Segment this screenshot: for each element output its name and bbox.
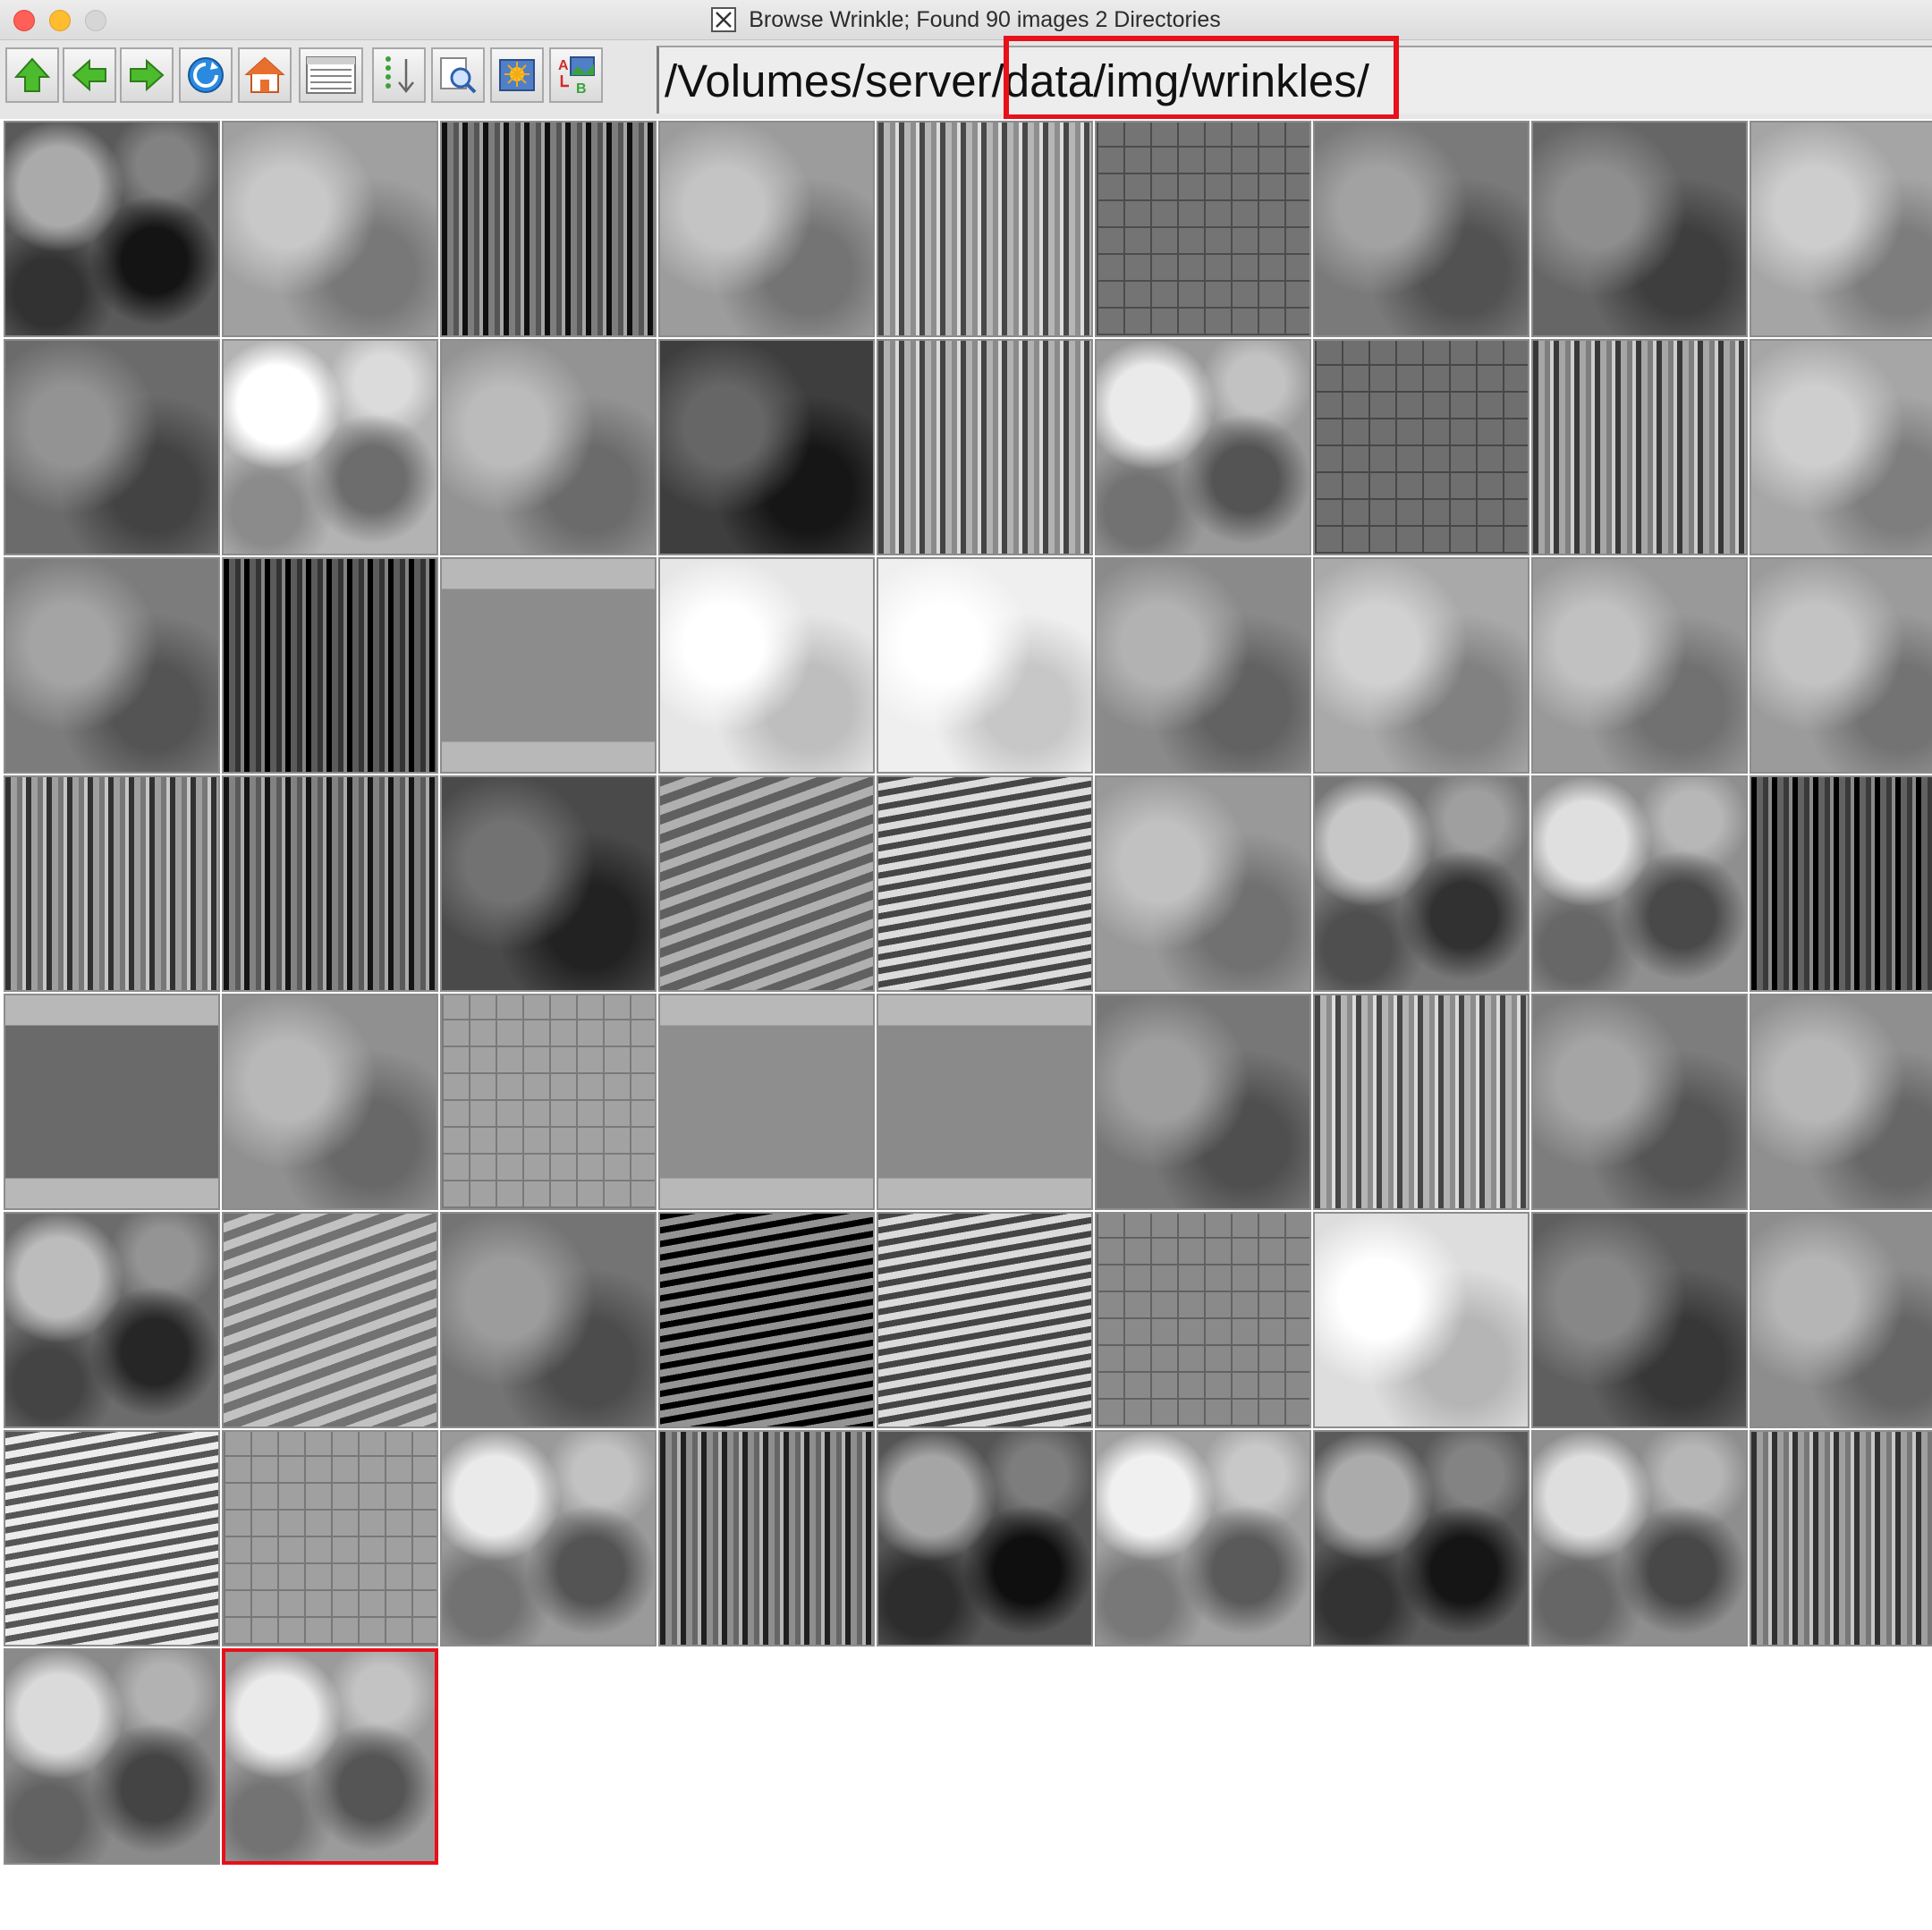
back-button[interactable] bbox=[63, 47, 116, 103]
image-thumbnail[interactable] bbox=[1531, 775, 1748, 992]
image-thumbnail[interactable] bbox=[877, 1212, 1093, 1428]
image-thumbnail[interactable] bbox=[1750, 1212, 1932, 1428]
home-icon bbox=[244, 56, 285, 93]
image-thumbnail[interactable] bbox=[1313, 1212, 1530, 1428]
list-view-button[interactable] bbox=[299, 47, 363, 103]
image-thumbnail[interactable] bbox=[4, 121, 220, 337]
image-thumbnail[interactable] bbox=[1313, 339, 1530, 555]
image-thumbnail[interactable] bbox=[877, 1430, 1093, 1646]
image-thumbnail[interactable] bbox=[1313, 994, 1530, 1210]
svg-text:B: B bbox=[576, 81, 587, 97]
refresh-icon bbox=[188, 57, 224, 93]
image-thumbnail[interactable] bbox=[1750, 339, 1932, 555]
image-thumbnail[interactable] bbox=[658, 1430, 875, 1646]
image-thumbnail[interactable] bbox=[440, 1430, 657, 1646]
up-arrow-icon bbox=[13, 57, 51, 92]
thumbnail-grid bbox=[0, 119, 1932, 1930]
right-arrow-icon bbox=[130, 58, 165, 92]
image-thumbnail[interactable] bbox=[222, 1648, 438, 1865]
image-thumbnail[interactable] bbox=[658, 339, 875, 555]
image-thumbnail[interactable] bbox=[222, 1430, 438, 1646]
home-button[interactable] bbox=[238, 47, 292, 103]
image-thumbnail[interactable] bbox=[1531, 557, 1748, 774]
magnifier-icon bbox=[440, 57, 477, 94]
image-thumbnail[interactable] bbox=[222, 557, 438, 774]
image-thumbnail[interactable] bbox=[1750, 557, 1932, 774]
x11-icon bbox=[711, 7, 737, 32]
image-thumbnail[interactable] bbox=[658, 775, 875, 992]
image-thumbnail[interactable] bbox=[4, 339, 220, 555]
image-thumbnail[interactable] bbox=[658, 994, 875, 1210]
sort-down-icon bbox=[386, 56, 414, 94]
image-thumbnail[interactable] bbox=[1095, 1212, 1311, 1428]
image-thumbnail[interactable] bbox=[1313, 775, 1530, 992]
image-thumbnail[interactable] bbox=[440, 339, 657, 555]
image-sparkle-icon bbox=[499, 59, 535, 91]
image-thumbnail[interactable] bbox=[222, 994, 438, 1210]
image-thumbnail[interactable] bbox=[1313, 557, 1530, 774]
image-thumbnail[interactable] bbox=[658, 121, 875, 337]
image-thumbnail[interactable] bbox=[1750, 994, 1932, 1210]
image-thumbnail[interactable] bbox=[222, 339, 438, 555]
forward-button[interactable] bbox=[120, 47, 174, 103]
image-thumbnail[interactable] bbox=[1095, 557, 1311, 774]
svg-text:A: A bbox=[558, 58, 569, 73]
image-thumbnail[interactable] bbox=[1095, 994, 1311, 1210]
path-field[interactable]: /Volumes/server/data/img/wrinkles/ bbox=[657, 46, 1932, 114]
image-thumbnail[interactable] bbox=[877, 775, 1093, 992]
image-thumbnail[interactable] bbox=[440, 775, 657, 992]
image-thumbnail[interactable] bbox=[877, 557, 1093, 774]
new-image-button[interactable] bbox=[490, 47, 544, 103]
image-thumbnail[interactable] bbox=[877, 339, 1093, 555]
image-thumbnail[interactable] bbox=[4, 557, 220, 774]
image-thumbnail[interactable] bbox=[4, 1212, 220, 1428]
left-arrow-icon bbox=[72, 58, 106, 92]
image-thumbnail[interactable] bbox=[877, 994, 1093, 1210]
image-thumbnail[interactable] bbox=[1750, 775, 1932, 992]
image-thumbnail[interactable] bbox=[1095, 121, 1311, 337]
refresh-button[interactable] bbox=[179, 47, 233, 103]
image-thumbnail[interactable] bbox=[4, 1648, 220, 1865]
image-thumbnail[interactable] bbox=[440, 557, 657, 774]
window-title: Browse Wrinkle; Found 90 images 2 Direct… bbox=[749, 6, 1221, 32]
search-button[interactable] bbox=[431, 47, 485, 103]
image-thumbnail[interactable] bbox=[222, 1212, 438, 1428]
image-thumbnail[interactable] bbox=[1531, 121, 1748, 337]
title-container: Browse Wrinkle; Found 90 images 2 Direct… bbox=[0, 0, 1932, 39]
image-thumbnail[interactable] bbox=[1313, 121, 1530, 337]
image-thumbnail[interactable] bbox=[1095, 1430, 1311, 1646]
image-thumbnail[interactable] bbox=[658, 1212, 875, 1428]
image-thumbnail[interactable] bbox=[440, 1212, 657, 1428]
image-thumbnail[interactable] bbox=[4, 1430, 220, 1646]
image-thumbnail[interactable] bbox=[440, 994, 657, 1210]
image-thumbnail[interactable] bbox=[222, 775, 438, 992]
image-thumbnail[interactable] bbox=[1313, 1430, 1530, 1646]
image-thumbnail[interactable] bbox=[1750, 121, 1932, 337]
image-browser-window: Browse Wrinkle; Found 90 images 2 Direct… bbox=[0, 0, 1932, 1930]
image-thumbnail[interactable] bbox=[1531, 994, 1748, 1210]
image-thumbnail[interactable] bbox=[1531, 339, 1748, 555]
image-thumbnail[interactable] bbox=[1095, 775, 1311, 992]
image-thumbnail[interactable] bbox=[1531, 1212, 1748, 1428]
image-thumbnail[interactable] bbox=[4, 775, 220, 992]
up-directory-button[interactable] bbox=[5, 47, 59, 103]
list-view-icon bbox=[306, 56, 356, 94]
image-thumbnail[interactable] bbox=[1531, 1430, 1748, 1646]
image-thumbnail[interactable] bbox=[440, 121, 657, 337]
title-bar: Browse Wrinkle; Found 90 images 2 Direct… bbox=[0, 0, 1932, 40]
image-thumbnail[interactable] bbox=[1095, 339, 1311, 555]
rename-button[interactable]: A B bbox=[549, 47, 603, 103]
toolbar: A B /Volumes/server/data/img/wrinkles/ bbox=[0, 40, 1932, 121]
image-thumbnail[interactable] bbox=[222, 121, 438, 337]
image-rename-icon: A B bbox=[558, 56, 595, 97]
image-thumbnail[interactable] bbox=[1750, 1430, 1932, 1646]
sort-button[interactable] bbox=[372, 47, 426, 103]
image-thumbnail[interactable] bbox=[658, 557, 875, 774]
image-thumbnail[interactable] bbox=[4, 994, 220, 1210]
image-thumbnail[interactable] bbox=[877, 121, 1093, 337]
